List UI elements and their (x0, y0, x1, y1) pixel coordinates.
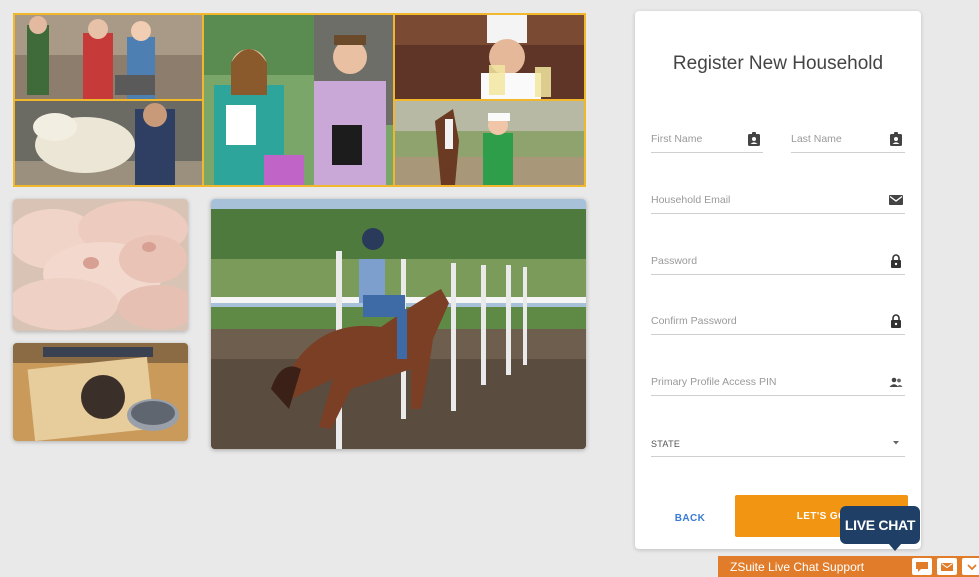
photo-young-chef (395, 15, 584, 99)
live-chat-bubble[interactable]: LIVE CHAT (840, 506, 920, 551)
chat-bubble-icon[interactable] (912, 558, 932, 575)
people-icon (889, 375, 903, 389)
lock-icon (889, 254, 903, 268)
envelope-icon (889, 193, 903, 207)
access-pin-field[interactable]: Primary Profile Access PIN (651, 374, 905, 396)
live-chat-bar[interactable]: ZSuite Live Chat Support (718, 556, 979, 577)
lock-icon (889, 314, 903, 328)
first-name-field[interactable]: First Name (651, 131, 763, 153)
dropdown-arrow-icon (889, 436, 903, 450)
register-title: Register New Household (672, 53, 884, 74)
photo-kids-project (15, 15, 202, 99)
last-name-field[interactable]: Last Name (791, 131, 905, 153)
photo-kid-with-horse (395, 101, 584, 185)
household-email-field[interactable]: Household Email (651, 192, 905, 214)
first-name-placeholder: First Name (651, 133, 703, 145)
last-name-placeholder: Last Name (791, 133, 842, 145)
contact-badge-icon (747, 132, 761, 146)
pin-placeholder: Primary Profile Access PIN (651, 376, 777, 388)
contact-badge-icon (889, 132, 903, 146)
email-placeholder: Household Email (651, 194, 731, 206)
email-icon[interactable] (937, 558, 957, 575)
photo-goat-show (15, 101, 202, 185)
state-label: STATE (651, 439, 681, 449)
confirm-password-placeholder: Confirm Password (651, 315, 737, 327)
chat-bar-label: ZSuite Live Chat Support (730, 560, 865, 574)
photo-collage (13, 13, 586, 187)
chevron-down-icon[interactable] (962, 558, 979, 575)
photo-ribbon-winners (204, 15, 393, 185)
photo-shooting-target (13, 343, 188, 441)
register-household-card: Register New Household First Name Last N… (635, 11, 921, 549)
state-select[interactable]: STATE (651, 435, 905, 457)
back-button[interactable]: BACK (665, 508, 715, 528)
password-field[interactable]: Password (651, 253, 905, 275)
password-placeholder: Password (651, 255, 698, 267)
photo-horse-pole-bending (211, 199, 586, 449)
confirm-password-field[interactable]: Confirm Password (651, 313, 905, 335)
photo-piglets (13, 199, 188, 331)
